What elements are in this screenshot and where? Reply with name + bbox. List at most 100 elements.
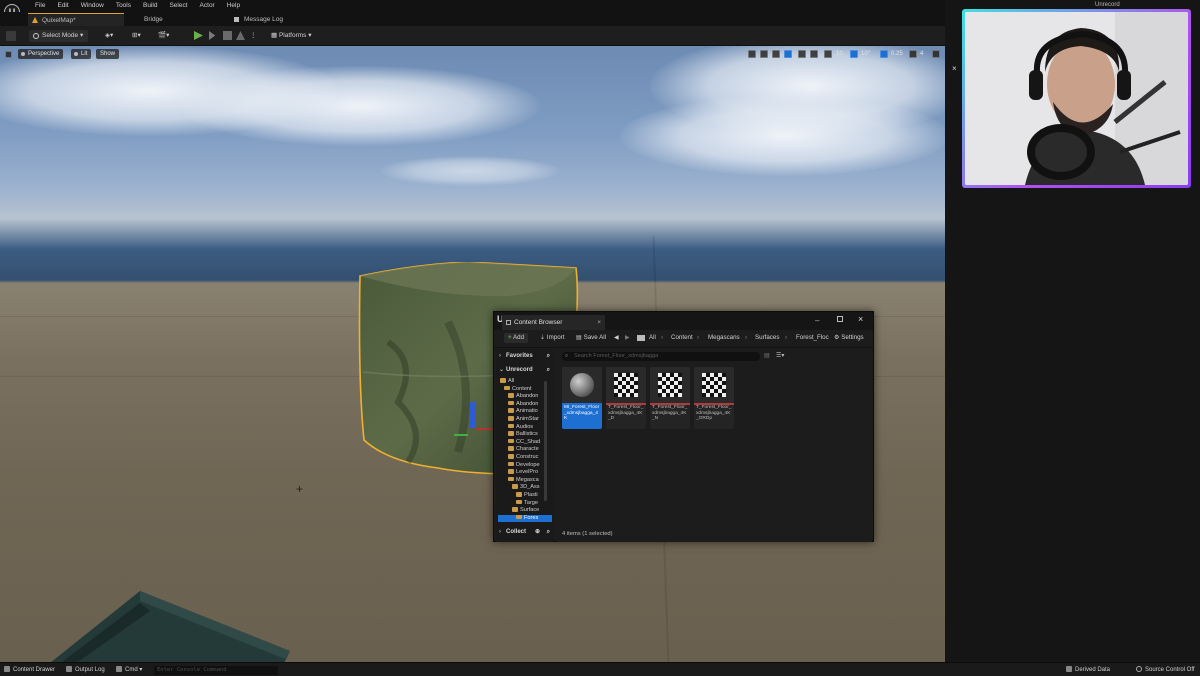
stop-icon[interactable] bbox=[223, 31, 232, 40]
project-label: Unrecord bbox=[506, 367, 533, 373]
translate-tool-icon[interactable] bbox=[760, 50, 768, 58]
source-control-icon bbox=[1136, 666, 1142, 672]
close-window-icon[interactable]: × bbox=[858, 314, 863, 324]
maximize-icon[interactable] bbox=[837, 316, 843, 322]
folder-label: Animatio bbox=[516, 408, 538, 415]
scale-snap-value[interactable]: 0.25 bbox=[891, 49, 903, 59]
viewport-menu-icon[interactable] bbox=[5, 51, 12, 58]
menu-select[interactable]: Select bbox=[163, 1, 193, 11]
texture-thumbnail bbox=[606, 367, 646, 403]
output-log-button[interactable]: Output Log bbox=[66, 666, 105, 675]
surface-snap-icon[interactable] bbox=[810, 50, 818, 58]
breadcrumb-content[interactable]: Content bbox=[671, 333, 693, 343]
asset-tile[interactable]: MI_Forest_Floor_xdmsjbagga_4K bbox=[562, 367, 602, 429]
save-search-icon[interactable]: ▤ bbox=[764, 352, 770, 359]
asset-tile[interactable]: T_Forest_Floor_xdmsjbagga_4K_N bbox=[650, 367, 690, 429]
settings-button[interactable]: ⚙ Settings bbox=[834, 333, 864, 343]
search-icon[interactable]: ⌕ bbox=[547, 365, 550, 376]
add-button-label: Add bbox=[513, 334, 525, 341]
eject-icon[interactable] bbox=[236, 31, 245, 40]
tree-scrollbar[interactable] bbox=[544, 381, 547, 501]
scale-tool-icon[interactable] bbox=[784, 50, 792, 58]
world-space-icon[interactable] bbox=[798, 50, 806, 58]
search-icon[interactable]: ⌕ bbox=[547, 351, 550, 362]
source-control-button[interactable]: Source Control Off bbox=[1136, 666, 1195, 675]
tab-bridge-label: Bridge bbox=[144, 16, 163, 23]
console-command-placeholder: Enter Console Command bbox=[157, 667, 227, 673]
select-mode-dropdown[interactable]: Select Mode ▾ bbox=[29, 30, 89, 42]
save-icon[interactable] bbox=[6, 31, 16, 41]
asset-tile[interactable]: T_Forest_Floor_xdmsjbagga_4K_ORDp bbox=[694, 367, 734, 429]
camera-speed-value[interactable]: 4 bbox=[920, 49, 923, 59]
breadcrumb-surfaces[interactable]: Surfaces bbox=[755, 333, 779, 343]
collections-section[interactable]: › Collect ⊕ ⌕ bbox=[498, 527, 552, 538]
rotate-tool-icon[interactable] bbox=[772, 50, 780, 58]
favorites-section[interactable]: › Favorites ⌕ bbox=[498, 351, 552, 362]
breadcrumb-megascans[interactable]: Megascans bbox=[708, 333, 740, 343]
content-drawer-button[interactable]: Content Drawer bbox=[4, 666, 55, 675]
camera-speed-icon[interactable] bbox=[909, 50, 917, 58]
platforms-dropdown[interactable]: ▦ Platforms ▾ bbox=[271, 30, 312, 42]
cmd-dropdown[interactable]: Cmd ▾ bbox=[116, 666, 142, 675]
menu-tools[interactable]: Tools bbox=[110, 1, 137, 11]
add-actor-dropdown[interactable]: ◈▾ bbox=[105, 30, 113, 42]
level-icon bbox=[32, 17, 38, 23]
menu-help[interactable]: Help bbox=[221, 1, 246, 11]
blueprints-dropdown[interactable]: ⊞▾ bbox=[132, 30, 141, 42]
import-button[interactable]: ⇣ Import bbox=[540, 333, 564, 343]
tab-close-icon[interactable]: × bbox=[597, 315, 601, 330]
close-panel-icon[interactable]: × bbox=[952, 64, 957, 73]
perspective-label: Perspective bbox=[28, 51, 60, 57]
folder-tree-item[interactable]: Surface bbox=[498, 507, 552, 515]
chevron-right-icon: › bbox=[499, 529, 501, 535]
maximize-viewport-icon[interactable] bbox=[932, 50, 940, 58]
play-icon[interactable] bbox=[194, 31, 203, 40]
perspective-button[interactable]: Perspective bbox=[18, 49, 64, 59]
show-button[interactable]: Show bbox=[96, 49, 120, 59]
cmd-icon bbox=[116, 666, 122, 672]
tab-bridge[interactable]: Bridge bbox=[130, 13, 163, 26]
history-back-icon[interactable]: ◀ bbox=[614, 333, 619, 343]
cinematics-dropdown[interactable]: 🎬▾ bbox=[158, 30, 169, 42]
folder-tree-item[interactable]: Fores bbox=[498, 514, 552, 523]
project-section[interactable]: ⌄ Unrecord ⌕ bbox=[498, 365, 552, 376]
sky-cloud bbox=[180, 66, 540, 146]
menu-file[interactable]: File bbox=[29, 1, 51, 11]
scale-snap-icon[interactable] bbox=[880, 50, 888, 58]
select-tool-icon[interactable] bbox=[748, 50, 756, 58]
grid-snap-icon[interactable] bbox=[824, 50, 832, 58]
lit-button[interactable]: Lit bbox=[71, 49, 92, 59]
menu-build[interactable]: Build bbox=[137, 1, 163, 11]
search-icon[interactable]: ⌕ bbox=[547, 527, 550, 538]
asset-tile[interactable]: T_Forest_Floor_xdmsjbagga_4K_D bbox=[606, 367, 646, 429]
add-collection-icon[interactable]: ⊕ bbox=[535, 527, 540, 538]
step-icon[interactable] bbox=[209, 31, 216, 40]
menu-actor[interactable]: Actor bbox=[194, 1, 221, 11]
breadcrumb-all[interactable]: All bbox=[649, 333, 656, 343]
breadcrumb-separator: › bbox=[661, 334, 664, 341]
asset-search-placeholder: Search Forest_Floor_xdmsjbagga bbox=[574, 353, 659, 359]
derived-data-button[interactable]: Derived Data bbox=[1066, 666, 1110, 675]
folder-label: Develope bbox=[516, 461, 540, 468]
save-all-button[interactable]: ▤ Save All bbox=[576, 333, 606, 343]
menu-window[interactable]: Window bbox=[75, 1, 110, 11]
minimize-icon[interactable]: – bbox=[815, 316, 819, 325]
content-browser-tab[interactable]: Content Browser × bbox=[502, 315, 605, 330]
folder-icon bbox=[508, 423, 514, 429]
folder-icon bbox=[508, 393, 514, 398]
filter-icon[interactable]: ☰▾ bbox=[776, 352, 784, 359]
menu-edit[interactable]: Edit bbox=[51, 1, 74, 11]
grid-snap-value[interactable]: 10 bbox=[836, 49, 843, 59]
play-options-icon[interactable]: ⋮ bbox=[250, 30, 257, 42]
folder-icon bbox=[504, 385, 510, 391]
rotation-snap-value[interactable]: 10° bbox=[861, 49, 870, 59]
webcam-feed bbox=[965, 12, 1188, 185]
rotation-snap-icon[interactable] bbox=[850, 50, 858, 58]
asset-search-input[interactable]: ⌕ Search Forest_Floor_xdmsjbagga bbox=[562, 352, 760, 361]
history-forward-icon[interactable]: ▶ bbox=[625, 333, 630, 343]
add-button[interactable]: + Add bbox=[504, 333, 529, 343]
console-command-input[interactable]: Enter Console Command bbox=[154, 666, 278, 675]
breadcrumb-forest-floor[interactable]: Forest_Floc bbox=[796, 333, 829, 343]
tab-message-log[interactable]: Message Log bbox=[230, 13, 283, 26]
tab-quixelmap[interactable]: QuixelMap* bbox=[28, 13, 124, 26]
